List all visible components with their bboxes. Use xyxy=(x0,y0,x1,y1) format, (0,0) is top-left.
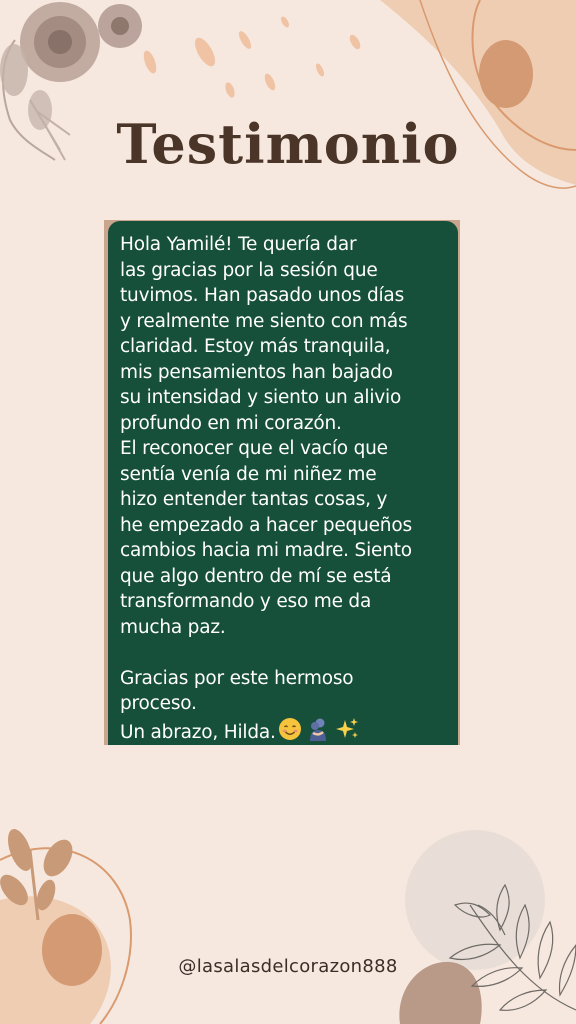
closing-line: proceso. xyxy=(120,693,197,714)
message-line: sentía venía de mi niñez me xyxy=(120,463,377,485)
message-line: que algo dentro de mí se está xyxy=(120,565,392,587)
message-line: profundo en mi corazón. xyxy=(120,412,342,434)
message-line: cambios hacia mi madre. Siento xyxy=(120,540,412,561)
message-line: las gracias por la sesión que xyxy=(120,259,378,281)
brown-oval-top-right xyxy=(479,40,533,108)
people-hugging-emoji-icon xyxy=(307,717,329,749)
message-line: tuvimos. Han pasado unos días xyxy=(120,285,405,306)
sparkles-emoji-icon xyxy=(334,717,360,749)
smiling-face-emoji-icon xyxy=(278,717,302,749)
message-line: mucha paz. xyxy=(120,616,226,638)
story-canvas: Testimonio Hola Yamilé! Te quería dar la… xyxy=(0,0,576,1024)
message-text: Hola Yamilé! Te quería dar las gracias p… xyxy=(120,232,450,748)
message-line: y realmente me siento con más xyxy=(120,310,408,332)
social-handle: @lasalasdelcorazon888 xyxy=(178,956,398,977)
message-line: Hola Yamilé! Te quería dar xyxy=(120,234,357,255)
peach-droplets xyxy=(143,16,361,98)
message-line: transformando y eso me da xyxy=(120,591,372,612)
signature-line: Un abrazo, Hilda. xyxy=(120,717,450,749)
message-line: hizo entender tantas cosas, y xyxy=(120,489,388,510)
closing-line: Gracias por este hermoso xyxy=(120,667,354,689)
message-line: claridad. Estoy más tranquila, xyxy=(120,336,391,357)
signature: Un abrazo, Hilda. xyxy=(120,721,276,743)
page-title: Testimonio xyxy=(116,112,460,176)
message-line: su intensidad y siento un alivio xyxy=(120,387,402,408)
message-line: El reconocer que el vacío que xyxy=(120,438,388,459)
message-line: mis pensamientos han bajado xyxy=(120,361,393,383)
message-line: he empezado a hacer pequeños xyxy=(120,514,412,536)
